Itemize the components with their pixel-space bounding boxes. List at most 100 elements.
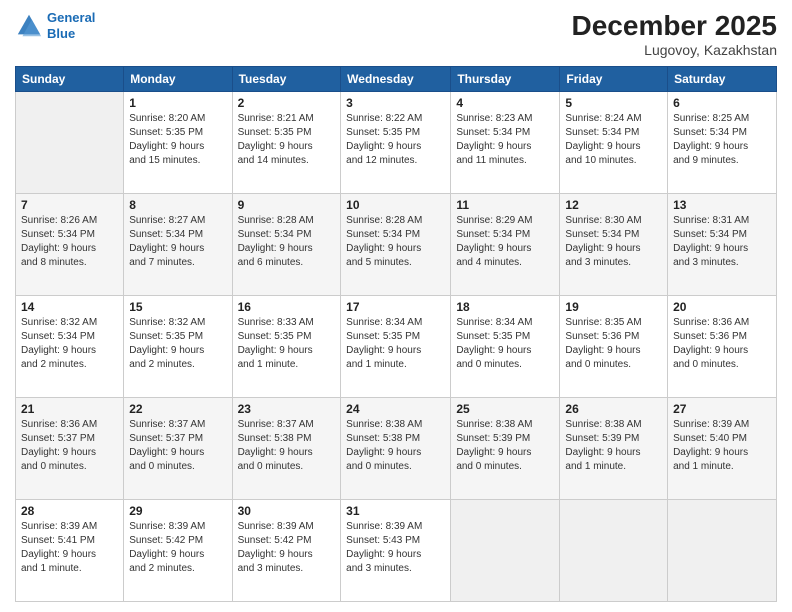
day-info: Sunrise: 8:39 AMSunset: 5:42 PMDaylight:…: [129, 520, 226, 576]
day-info: Sunrise: 8:23 AMSunset: 5:34 PMDaylight:…: [456, 112, 554, 168]
logo-icon: [15, 12, 43, 40]
calendar-week-0: 1 Sunrise: 8:20 AMSunset: 5:35 PMDaylight…: [16, 92, 777, 194]
calendar-header-thursday: Thursday: [451, 67, 560, 92]
calendar: SundayMondayTuesdayWednesdayThursdayFrid…: [15, 66, 777, 602]
logo: General Blue: [15, 10, 95, 41]
day-number: 6: [673, 96, 771, 110]
calendar-cell: 13 Sunrise: 8:31 AMSunset: 5:34 PMDayligh…: [668, 194, 777, 296]
day-number: 2: [238, 96, 336, 110]
calendar-cell: 21 Sunrise: 8:36 AMSunset: 5:37 PMDayligh…: [16, 398, 124, 500]
day-info: Sunrise: 8:28 AMSunset: 5:34 PMDaylight:…: [238, 214, 336, 270]
calendar-cell: 4Sunrise: 8:23 AMSunset: 5:34 PMDaylight…: [451, 92, 560, 194]
day-info: Sunrise: 8:26 AMSunset: 5:34 PMDaylight:…: [21, 214, 118, 270]
day-number: 9: [238, 198, 336, 212]
day-number: 12: [565, 198, 662, 212]
calendar-cell: 15Sunrise: 8:32 AMSunset: 5:35 PMDayligh…: [124, 296, 232, 398]
day-number: 1: [129, 96, 226, 110]
calendar-cell: 30 Sunrise: 8:39 AMSunset: 5:42 PMDayligh…: [232, 500, 341, 602]
day-number: 8: [129, 198, 226, 212]
day-info: Sunrise: 8:21 AMSunset: 5:35 PMDaylight:…: [238, 112, 336, 168]
day-info: Sunrise: 8:36 AMSunset: 5:37 PMDaylight:…: [21, 418, 118, 474]
calendar-cell: 3 Sunrise: 8:22 AMSunset: 5:35 PMDaylight…: [341, 92, 451, 194]
day-number: 26: [565, 402, 662, 416]
calendar-week-2: 14 Sunrise: 8:32 AMSunset: 5:34 PMDayligh…: [16, 296, 777, 398]
day-number: 30: [238, 504, 336, 518]
calendar-week-3: 21 Sunrise: 8:36 AMSunset: 5:37 PMDayligh…: [16, 398, 777, 500]
day-info: Sunrise: 8:28 AMSunset: 5:34 PMDaylight:…: [346, 214, 445, 270]
day-number: 7: [21, 198, 118, 212]
day-number: 3: [346, 96, 445, 110]
calendar-cell: 27 Sunrise: 8:39 AMSunset: 5:40 PMDayligh…: [668, 398, 777, 500]
calendar-header-wednesday: Wednesday: [341, 67, 451, 92]
calendar-cell: 8 Sunrise: 8:27 AMSunset: 5:34 PMDaylight…: [124, 194, 232, 296]
calendar-header-friday: Friday: [560, 67, 668, 92]
day-number: 21: [21, 402, 118, 416]
day-number: 11: [456, 198, 554, 212]
calendar-header-monday: Monday: [124, 67, 232, 92]
calendar-cell: 10 Sunrise: 8:28 AMSunset: 5:34 PMDayligh…: [341, 194, 451, 296]
day-info: Sunrise: 8:30 AMSunset: 5:34 PMDaylight:…: [565, 214, 662, 270]
day-number: 13: [673, 198, 771, 212]
calendar-cell: 12 Sunrise: 8:30 AMSunset: 5:34 PMDayligh…: [560, 194, 668, 296]
day-info: Sunrise: 8:39 AMSunset: 5:42 PMDaylight:…: [238, 520, 336, 576]
calendar-cell: [668, 500, 777, 602]
day-info: Sunrise: 8:37 AMSunset: 5:37 PMDaylight:…: [129, 418, 226, 474]
calendar-cell: 16Sunrise: 8:33 AMSunset: 5:35 PMDayligh…: [232, 296, 341, 398]
day-number: 15: [129, 300, 226, 314]
calendar-cell: 26 Sunrise: 8:38 AMSunset: 5:39 PMDayligh…: [560, 398, 668, 500]
calendar-week-1: 7 Sunrise: 8:26 AMSunset: 5:34 PMDaylight…: [16, 194, 777, 296]
day-number: 24: [346, 402, 445, 416]
day-info: Sunrise: 8:31 AMSunset: 5:34 PMDaylight:…: [673, 214, 771, 270]
calendar-cell: [16, 92, 124, 194]
calendar-cell: 7 Sunrise: 8:26 AMSunset: 5:34 PMDaylight…: [16, 194, 124, 296]
calendar-cell: 19 Sunrise: 8:35 AMSunset: 5:36 PMDayligh…: [560, 296, 668, 398]
calendar-cell: 18 Sunrise: 8:34 AMSunset: 5:35 PMDayligh…: [451, 296, 560, 398]
day-number: 16: [238, 300, 336, 314]
day-info: Sunrise: 8:38 AMSunset: 5:39 PMDaylight:…: [456, 418, 554, 474]
calendar-cell: 1 Sunrise: 8:20 AMSunset: 5:35 PMDaylight…: [124, 92, 232, 194]
calendar-cell: 14 Sunrise: 8:32 AMSunset: 5:34 PMDayligh…: [16, 296, 124, 398]
day-number: 31: [346, 504, 445, 518]
calendar-header-row: SundayMondayTuesdayWednesdayThursdayFrid…: [16, 67, 777, 92]
subtitle: Lugovoy, Kazakhstan: [572, 42, 777, 58]
day-number: 29: [129, 504, 226, 518]
calendar-header-sunday: Sunday: [16, 67, 124, 92]
calendar-cell: 9 Sunrise: 8:28 AMSunset: 5:34 PMDaylight…: [232, 194, 341, 296]
day-number: 10: [346, 198, 445, 212]
day-info: Sunrise: 8:32 AMSunset: 5:34 PMDaylight:…: [21, 316, 118, 372]
day-info: Sunrise: 8:25 AMSunset: 5:34 PMDaylight:…: [673, 112, 771, 168]
page: General Blue December 2025 Lugovoy, Kaza…: [0, 0, 792, 612]
day-info: Sunrise: 8:20 AMSunset: 5:35 PMDaylight:…: [129, 112, 226, 168]
calendar-cell: 2 Sunrise: 8:21 AMSunset: 5:35 PMDaylight…: [232, 92, 341, 194]
day-number: 18: [456, 300, 554, 314]
day-number: 22: [129, 402, 226, 416]
day-info: Sunrise: 8:27 AMSunset: 5:34 PMDaylight:…: [129, 214, 226, 270]
day-number: 23: [238, 402, 336, 416]
day-info: Sunrise: 8:38 AMSunset: 5:39 PMDaylight:…: [565, 418, 662, 474]
day-info: Sunrise: 8:22 AMSunset: 5:35 PMDaylight:…: [346, 112, 445, 168]
calendar-cell: 20Sunrise: 8:36 AMSunset: 5:36 PMDayligh…: [668, 296, 777, 398]
day-info: Sunrise: 8:39 AMSunset: 5:43 PMDaylight:…: [346, 520, 445, 576]
day-number: 17: [346, 300, 445, 314]
header: General Blue December 2025 Lugovoy, Kaza…: [15, 10, 777, 58]
day-number: 14: [21, 300, 118, 314]
day-info: Sunrise: 8:39 AMSunset: 5:41 PMDaylight:…: [21, 520, 118, 576]
day-info: Sunrise: 8:35 AMSunset: 5:36 PMDaylight:…: [565, 316, 662, 372]
main-title: December 2025: [572, 10, 777, 42]
day-info: Sunrise: 8:38 AMSunset: 5:38 PMDaylight:…: [346, 418, 445, 474]
day-number: 19: [565, 300, 662, 314]
title-block: December 2025 Lugovoy, Kazakhstan: [572, 10, 777, 58]
calendar-cell: 23 Sunrise: 8:37 AMSunset: 5:38 PMDayligh…: [232, 398, 341, 500]
logo-text: General Blue: [47, 10, 95, 41]
day-info: Sunrise: 8:34 AMSunset: 5:35 PMDaylight:…: [456, 316, 554, 372]
day-info: Sunrise: 8:37 AMSunset: 5:38 PMDaylight:…: [238, 418, 336, 474]
day-number: 5: [565, 96, 662, 110]
day-number: 27: [673, 402, 771, 416]
day-info: Sunrise: 8:39 AMSunset: 5:40 PMDaylight:…: [673, 418, 771, 474]
day-number: 25: [456, 402, 554, 416]
calendar-cell: 5Sunrise: 8:24 AMSunset: 5:34 PMDaylight…: [560, 92, 668, 194]
calendar-cell: 22 Sunrise: 8:37 AMSunset: 5:37 PMDayligh…: [124, 398, 232, 500]
day-info: Sunrise: 8:34 AMSunset: 5:35 PMDaylight:…: [346, 316, 445, 372]
day-info: Sunrise: 8:29 AMSunset: 5:34 PMDaylight:…: [456, 214, 554, 270]
calendar-cell: [560, 500, 668, 602]
